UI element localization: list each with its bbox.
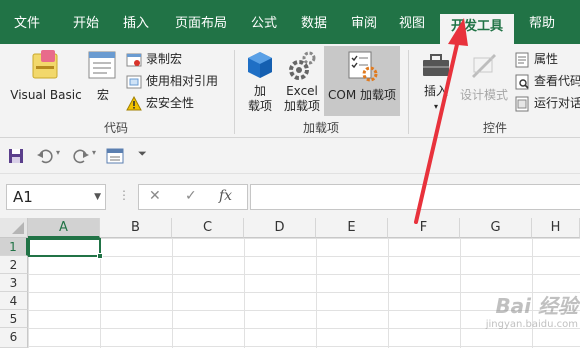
tab-help[interactable]: 帮助 (522, 0, 562, 44)
undo-icon[interactable] (36, 147, 54, 165)
excel-addins-button[interactable]: Excel 加载项 (280, 48, 324, 114)
tab-formulas[interactable]: 公式 (244, 0, 284, 44)
ribbon-tab-bar: 文件 开始 插入 页面布局 公式 数据 审阅 视图 开发工具 帮助 (0, 0, 580, 44)
com-addins-icon (348, 51, 378, 82)
record-macro-label: 录制宏 (146, 52, 183, 66)
insert-function-icon[interactable]: fx (219, 188, 232, 204)
relative-reference-label: 使用相对引用 (146, 74, 219, 88)
column-header-a[interactable]: A (28, 218, 100, 238)
tab-view[interactable]: 视图 (392, 0, 432, 44)
watermark-url: jingyan.baidu.com (485, 319, 578, 330)
watermark-logo-text: Bai 经验 (495, 294, 578, 318)
cancel-icon[interactable]: ✕ (149, 188, 161, 204)
relative-reference-button[interactable]: 使用相对引用 (126, 72, 218, 90)
macro-list-icon (88, 51, 116, 79)
row-header-3[interactable]: 3 (0, 274, 28, 292)
properties-label: 属性 (534, 52, 559, 66)
excel-addins-label-line1: Excel (286, 84, 318, 98)
view-code-label: 查看代码 (534, 74, 580, 88)
design-mode-icon (472, 54, 496, 78)
row-header-5[interactable]: 5 (0, 310, 28, 328)
toolbox-icon (423, 54, 449, 76)
tab-page-layout[interactable]: 页面布局 (166, 0, 236, 44)
addins-label-line2: 载项 (247, 99, 272, 113)
record-macro-button[interactable]: 录制宏 (126, 50, 182, 68)
addins-cube-icon (248, 52, 272, 78)
formula-bar-grip-icon[interactable]: ⋮ (118, 188, 130, 202)
insert-control-label: 插入 (423, 84, 448, 98)
visual-basic-label: Visual Basic (10, 88, 82, 102)
select-all-icon (12, 222, 24, 234)
row-header-4[interactable]: 4 (0, 292, 28, 310)
relative-reference-icon (126, 75, 142, 88)
com-addins-label: COM 加载项 (328, 88, 396, 102)
tab-home[interactable]: 开始 (62, 0, 110, 44)
active-cell-a1[interactable] (28, 238, 103, 259)
insert-control-button[interactable]: 插入 ▾ (416, 48, 456, 114)
name-box[interactable]: A1 ▼ (6, 184, 106, 210)
view-code-icon (515, 74, 529, 89)
quick-access-toolbar: ▾ ▾ ⏷ (0, 138, 580, 174)
insert-dropdown-icon[interactable]: ▾ (416, 99, 456, 114)
tab-file[interactable]: 文件 (0, 0, 54, 44)
tab-review[interactable]: 审阅 (344, 0, 384, 44)
ribbon-panel: Visual Basic 宏 录制宏 使用相对引用 宏安全性 代码 加 载项 E… (0, 44, 580, 138)
redo-dropdown-icon[interactable]: ▾ (92, 148, 96, 166)
column-header-b[interactable]: B (100, 218, 172, 238)
column-header-f[interactable]: F (388, 218, 460, 238)
run-dialog-button[interactable]: 运行对话 (514, 94, 580, 112)
column-header-e[interactable]: E (316, 218, 388, 238)
name-box-dropdown-icon[interactable]: ▼ (94, 185, 101, 209)
name-box-value: A1 (13, 188, 33, 206)
tab-developer[interactable]: 开发工具 (440, 14, 514, 44)
redo-icon[interactable] (72, 147, 90, 165)
design-mode-label: 设计模式 (459, 88, 508, 102)
warning-icon (126, 95, 142, 110)
properties-icon (515, 52, 529, 67)
formula-bar: A1 ▼ ⋮ ✕ ✓ fx (0, 174, 580, 218)
design-mode-button[interactable]: 设计模式 (458, 48, 510, 103)
macro-security-button[interactable]: 宏安全性 (126, 94, 194, 112)
macros-button[interactable]: 宏 (86, 48, 120, 103)
addins-button[interactable]: 加 载项 (240, 48, 280, 114)
formula-input[interactable] (250, 184, 580, 210)
enter-icon[interactable]: ✓ (185, 188, 197, 204)
group-separator (408, 50, 409, 134)
customize-qat-icon[interactable]: ⏷ (138, 147, 147, 165)
macro-security-label: 宏安全性 (146, 96, 195, 110)
run-dialog-icon (515, 96, 529, 111)
visual-basic-button[interactable]: Visual Basic (6, 48, 86, 103)
tab-data[interactable]: 数据 (292, 0, 336, 44)
undo-dropdown-icon[interactable]: ▾ (56, 148, 60, 166)
gear-icon (289, 51, 316, 80)
com-addins-button[interactable]: COM 加载项 (324, 48, 400, 103)
column-header-h[interactable]: H (532, 218, 580, 238)
select-all-corner[interactable] (0, 218, 28, 238)
group-separator (234, 50, 235, 134)
run-dialog-label: 运行对话 (534, 96, 580, 110)
save-icon[interactable] (8, 147, 24, 165)
row-header-6[interactable]: 6 (0, 328, 28, 348)
visual-basic-icon (32, 50, 58, 79)
properties-button[interactable]: 属性 (514, 50, 558, 68)
fill-handle[interactable] (97, 253, 103, 259)
column-header-d[interactable]: D (244, 218, 316, 238)
row-header-1[interactable]: 1 (0, 238, 28, 256)
column-header-g[interactable]: G (460, 218, 532, 238)
formula-buttons: ✕ ✓ fx (138, 184, 248, 210)
code-group-label: 代码 (103, 121, 128, 135)
record-macro-icon (126, 53, 142, 66)
view-code-button[interactable]: 查看代码 (514, 72, 580, 90)
watermark: Bai 经验 jingyan.baidu.com (452, 290, 578, 330)
addins-group-label: 加载项 (302, 121, 339, 135)
row-header-2[interactable]: 2 (0, 256, 28, 274)
column-header-c[interactable]: C (172, 218, 244, 238)
macros-label: 宏 (96, 88, 109, 102)
excel-addins-label-line2: 加载项 (283, 99, 320, 113)
tab-insert[interactable]: 插入 (114, 0, 158, 44)
addins-label-line1: 加 (253, 84, 266, 98)
controls-group-label: 控件 (482, 121, 507, 135)
form-icon[interactable] (106, 147, 124, 165)
